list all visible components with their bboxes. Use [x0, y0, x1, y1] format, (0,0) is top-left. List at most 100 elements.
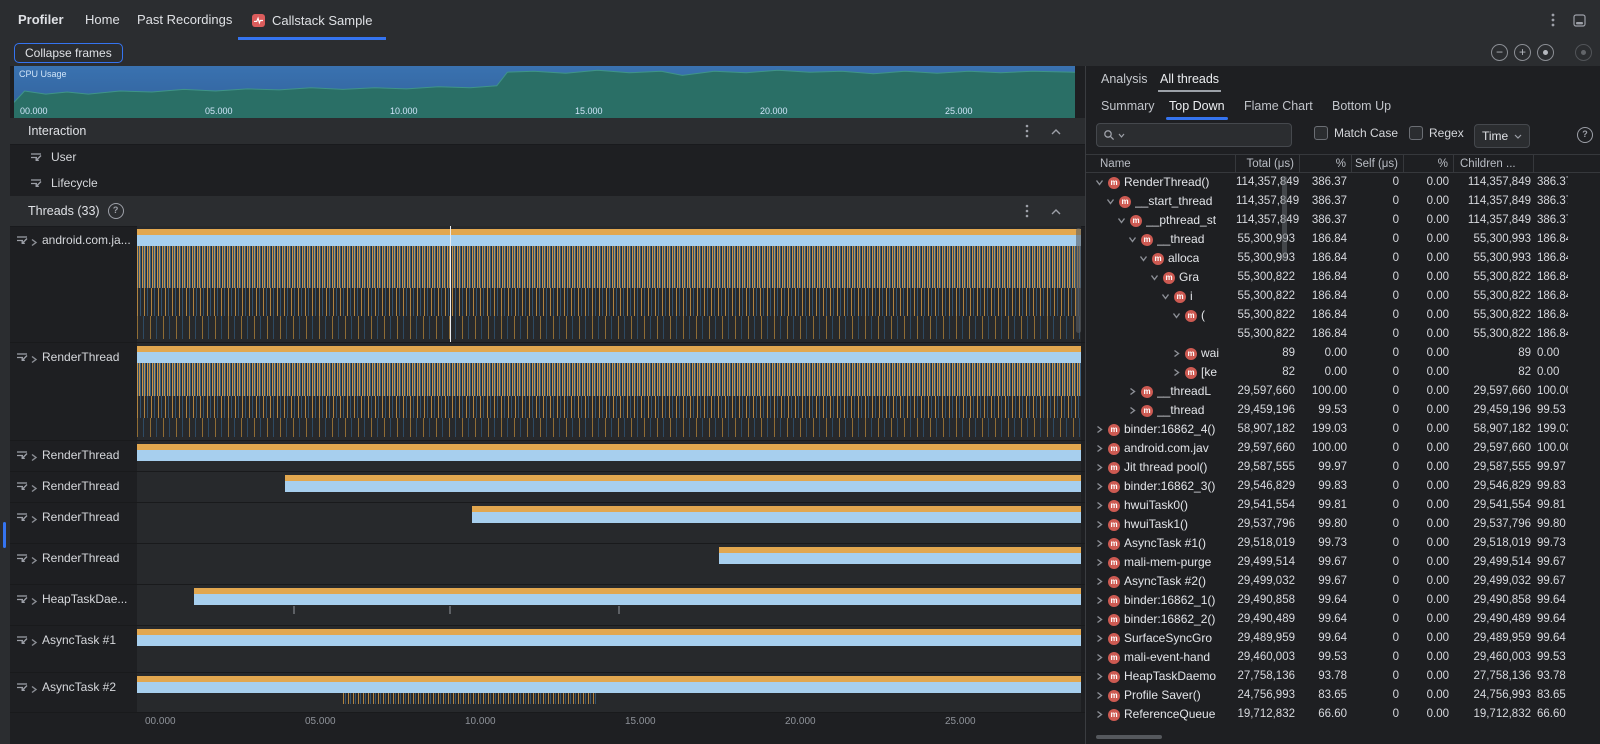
nav-past-recordings[interactable]: Past Recordings — [137, 12, 232, 27]
expand-chevron-icon[interactable] — [1160, 292, 1170, 301]
expand-chevron-icon[interactable] — [1094, 444, 1104, 453]
column-name[interactable]: Name — [1086, 155, 1236, 173]
table-row[interactable]: m Gra 55,300,822 186.84 0 0.00 55,300,82… — [1086, 268, 1600, 287]
column-children[interactable]: Children ... — [1454, 155, 1534, 173]
expand-chevron-icon[interactable] — [1116, 216, 1126, 225]
expand-chevron-icon[interactable] — [1094, 520, 1104, 529]
thread-activity-chart[interactable] — [137, 441, 1081, 471]
table-row[interactable]: m ReferenceQueue 19,712,832 66.60 0 0.00… — [1086, 705, 1600, 724]
tab-bottom-up[interactable]: Bottom Up — [1332, 92, 1391, 120]
expand-chevron-icon[interactable] — [1127, 406, 1137, 415]
thread-activity-chart[interactable] — [137, 544, 1081, 584]
thread-row[interactable]: RenderThread — [10, 441, 1085, 472]
column-total[interactable]: Total (μs) — [1236, 155, 1300, 173]
table-row[interactable]: m wai 89 0.00 0 0.00 89 0.00 — [1086, 344, 1600, 363]
match-case-checkbox[interactable]: Match Case — [1314, 126, 1398, 140]
expand-chevron-icon[interactable] — [1094, 577, 1104, 586]
help-icon[interactable]: ? — [1577, 127, 1593, 143]
expand-chevron-icon[interactable] — [1127, 387, 1137, 396]
expand-chevron-icon[interactable] — [1127, 235, 1137, 244]
thread-expand-chevron-icon[interactable] — [30, 481, 38, 496]
tab-analysis[interactable]: Analysis — [1101, 66, 1148, 92]
thread-expand-chevron-icon[interactable] — [30, 635, 38, 650]
expand-chevron-icon[interactable] — [1094, 558, 1104, 567]
thread-row[interactable]: RenderThread — [10, 544, 1085, 585]
table-row[interactable]: m alloca 55,300,993 186.84 0 0.00 55,300… — [1086, 249, 1600, 268]
table-row[interactable]: m Jit thread pool() 29,587,555 99.97 0 0… — [1086, 458, 1600, 477]
thread-expand-chevron-icon[interactable] — [30, 512, 38, 527]
zoom-out-icon[interactable]: − — [1491, 44, 1508, 61]
window-layout-icon[interactable] — [1573, 14, 1586, 27]
column-pct[interactable]: % — [1404, 155, 1454, 173]
thread-activity-chart[interactable] — [137, 503, 1081, 543]
table-row[interactable]: m 55,300,822 186.84 0 0.00 55,300,822 18… — [1086, 325, 1600, 344]
table-row[interactable]: m binder:16862_3() 29,546,829 99.83 0 0.… — [1086, 477, 1600, 496]
thread-expand-chevron-icon[interactable] — [30, 682, 38, 697]
column-self[interactable]: Self (μs) — [1352, 155, 1404, 173]
expand-chevron-icon[interactable] — [1094, 596, 1104, 605]
table-row[interactable]: m __thread 55,300,993 186.84 0 0.00 55,3… — [1086, 230, 1600, 249]
column-pct[interactable]: % — [1300, 155, 1352, 173]
threads-options-icon[interactable] — [1025, 204, 1029, 218]
thread-row[interactable]: RenderThread — [10, 472, 1085, 503]
thread-expand-chevron-icon[interactable] — [30, 352, 38, 367]
table-scrollbar-thumb[interactable] — [1282, 176, 1287, 261]
thread-row[interactable]: RenderThread — [10, 343, 1085, 441]
table-row[interactable]: m __pthread_st 114,357,849 386.37 0 0.00… — [1086, 211, 1600, 230]
table-row[interactable]: m SurfaceSyncGro 29,489,959 99.64 0 0.00… — [1086, 629, 1600, 648]
thread-activity-chart[interactable] — [137, 585, 1081, 625]
expand-chevron-icon[interactable] — [1105, 197, 1115, 206]
table-row[interactable]: m HeapTaskDaemo 27,758,136 93.78 0 0.00 … — [1086, 667, 1600, 686]
table-row[interactable]: m __thread 29,459,196 99.53 0 0.00 29,45… — [1086, 401, 1600, 420]
more-options-icon[interactable] — [1551, 13, 1555, 27]
interaction-options-icon[interactable] — [1025, 124, 1029, 138]
table-row[interactable]: m hwuiTask1() 29,537,796 99.80 0 0.00 29… — [1086, 515, 1600, 534]
expand-chevron-icon[interactable] — [1149, 273, 1159, 282]
timeline-scrollbar[interactable] — [1076, 228, 1081, 333]
table-row[interactable]: m mali-event-hand 29,460,003 99.53 0 0.0… — [1086, 648, 1600, 667]
zoom-to-selection-icon[interactable] — [1575, 44, 1592, 61]
collapse-frames-button[interactable]: Collapse frames — [14, 43, 123, 63]
thread-expand-chevron-icon[interactable] — [30, 235, 38, 250]
expand-chevron-icon[interactable] — [1094, 634, 1104, 643]
collapse-section-icon[interactable] — [1051, 124, 1061, 138]
thread-expand-chevron-icon[interactable] — [30, 594, 38, 609]
time-dropdown[interactable]: Time — [1474, 124, 1530, 148]
expand-chevron-icon[interactable] — [1094, 615, 1104, 624]
table-row[interactable]: m hwuiTask0() 29,541,554 99.81 0 0.00 29… — [1086, 496, 1600, 515]
tab-callstack-sample[interactable]: Callstack Sample — [238, 0, 386, 40]
search-box[interactable] — [1096, 123, 1292, 147]
table-row[interactable]: m i 55,300,822 186.84 0 0.00 55,300,822 … — [1086, 287, 1600, 306]
nav-home[interactable]: Home — [85, 12, 120, 27]
table-row[interactable]: m AsyncTask #1() 29,518,019 99.73 0 0.00… — [1086, 534, 1600, 553]
thread-row[interactable]: AsyncTask #1 — [10, 626, 1085, 673]
table-row[interactable]: m mali-mem-purge 29,499,514 99.67 0 0.00… — [1086, 553, 1600, 572]
thread-activity-chart[interactable] — [137, 673, 1081, 712]
expand-chevron-icon[interactable] — [1094, 691, 1104, 700]
thread-expand-chevron-icon[interactable] — [30, 450, 38, 465]
threads-help-icon[interactable]: ? — [108, 203, 124, 219]
table-row[interactable]: m Profile Saver() 24,756,993 83.65 0 0.0… — [1086, 686, 1600, 705]
tab-top-down[interactable]: Top Down — [1169, 92, 1225, 120]
table-row[interactable]: m [ke 82 0.00 0 0.00 82 0.00 — [1086, 363, 1600, 382]
expand-chevron-icon[interactable] — [1138, 254, 1148, 263]
cpu-usage-chart[interactable]: CPU Usage 00.00005.00010.00015.00020.000… — [14, 66, 1075, 118]
expand-chevron-icon[interactable] — [1094, 539, 1104, 548]
table-hscrollbar-thumb[interactable] — [1096, 735, 1162, 739]
table-row[interactable]: m binder:16862_1() 29,490,858 99.64 0 0.… — [1086, 591, 1600, 610]
table-row[interactable]: m __threadL 29,597,660 100.00 0 0.00 29,… — [1086, 382, 1600, 401]
thread-row[interactable]: HeapTaskDae... — [10, 585, 1085, 626]
zoom-in-icon[interactable]: + — [1514, 44, 1531, 61]
table-row[interactable]: m binder:16862_4() 58,907,182 199.03 0 0… — [1086, 420, 1600, 439]
table-row[interactable]: m AsyncTask #2() 29,499,032 99.67 0 0.00… — [1086, 572, 1600, 591]
expand-chevron-icon[interactable] — [1094, 178, 1104, 187]
expand-chevron-icon[interactable] — [1094, 501, 1104, 510]
tab-all-threads[interactable]: All threads — [1160, 66, 1219, 92]
expand-chevron-icon[interactable] — [1094, 463, 1104, 472]
expand-chevron-icon[interactable] — [1171, 311, 1181, 320]
table-row[interactable]: m ( 55,300,822 186.84 0 0.00 55,300,822 … — [1086, 306, 1600, 325]
tab-flame-chart[interactable]: Flame Chart — [1244, 92, 1313, 120]
collapse-section-icon[interactable] — [1051, 204, 1061, 218]
expand-chevron-icon[interactable] — [1171, 368, 1181, 377]
expand-chevron-icon[interactable] — [1094, 672, 1104, 681]
